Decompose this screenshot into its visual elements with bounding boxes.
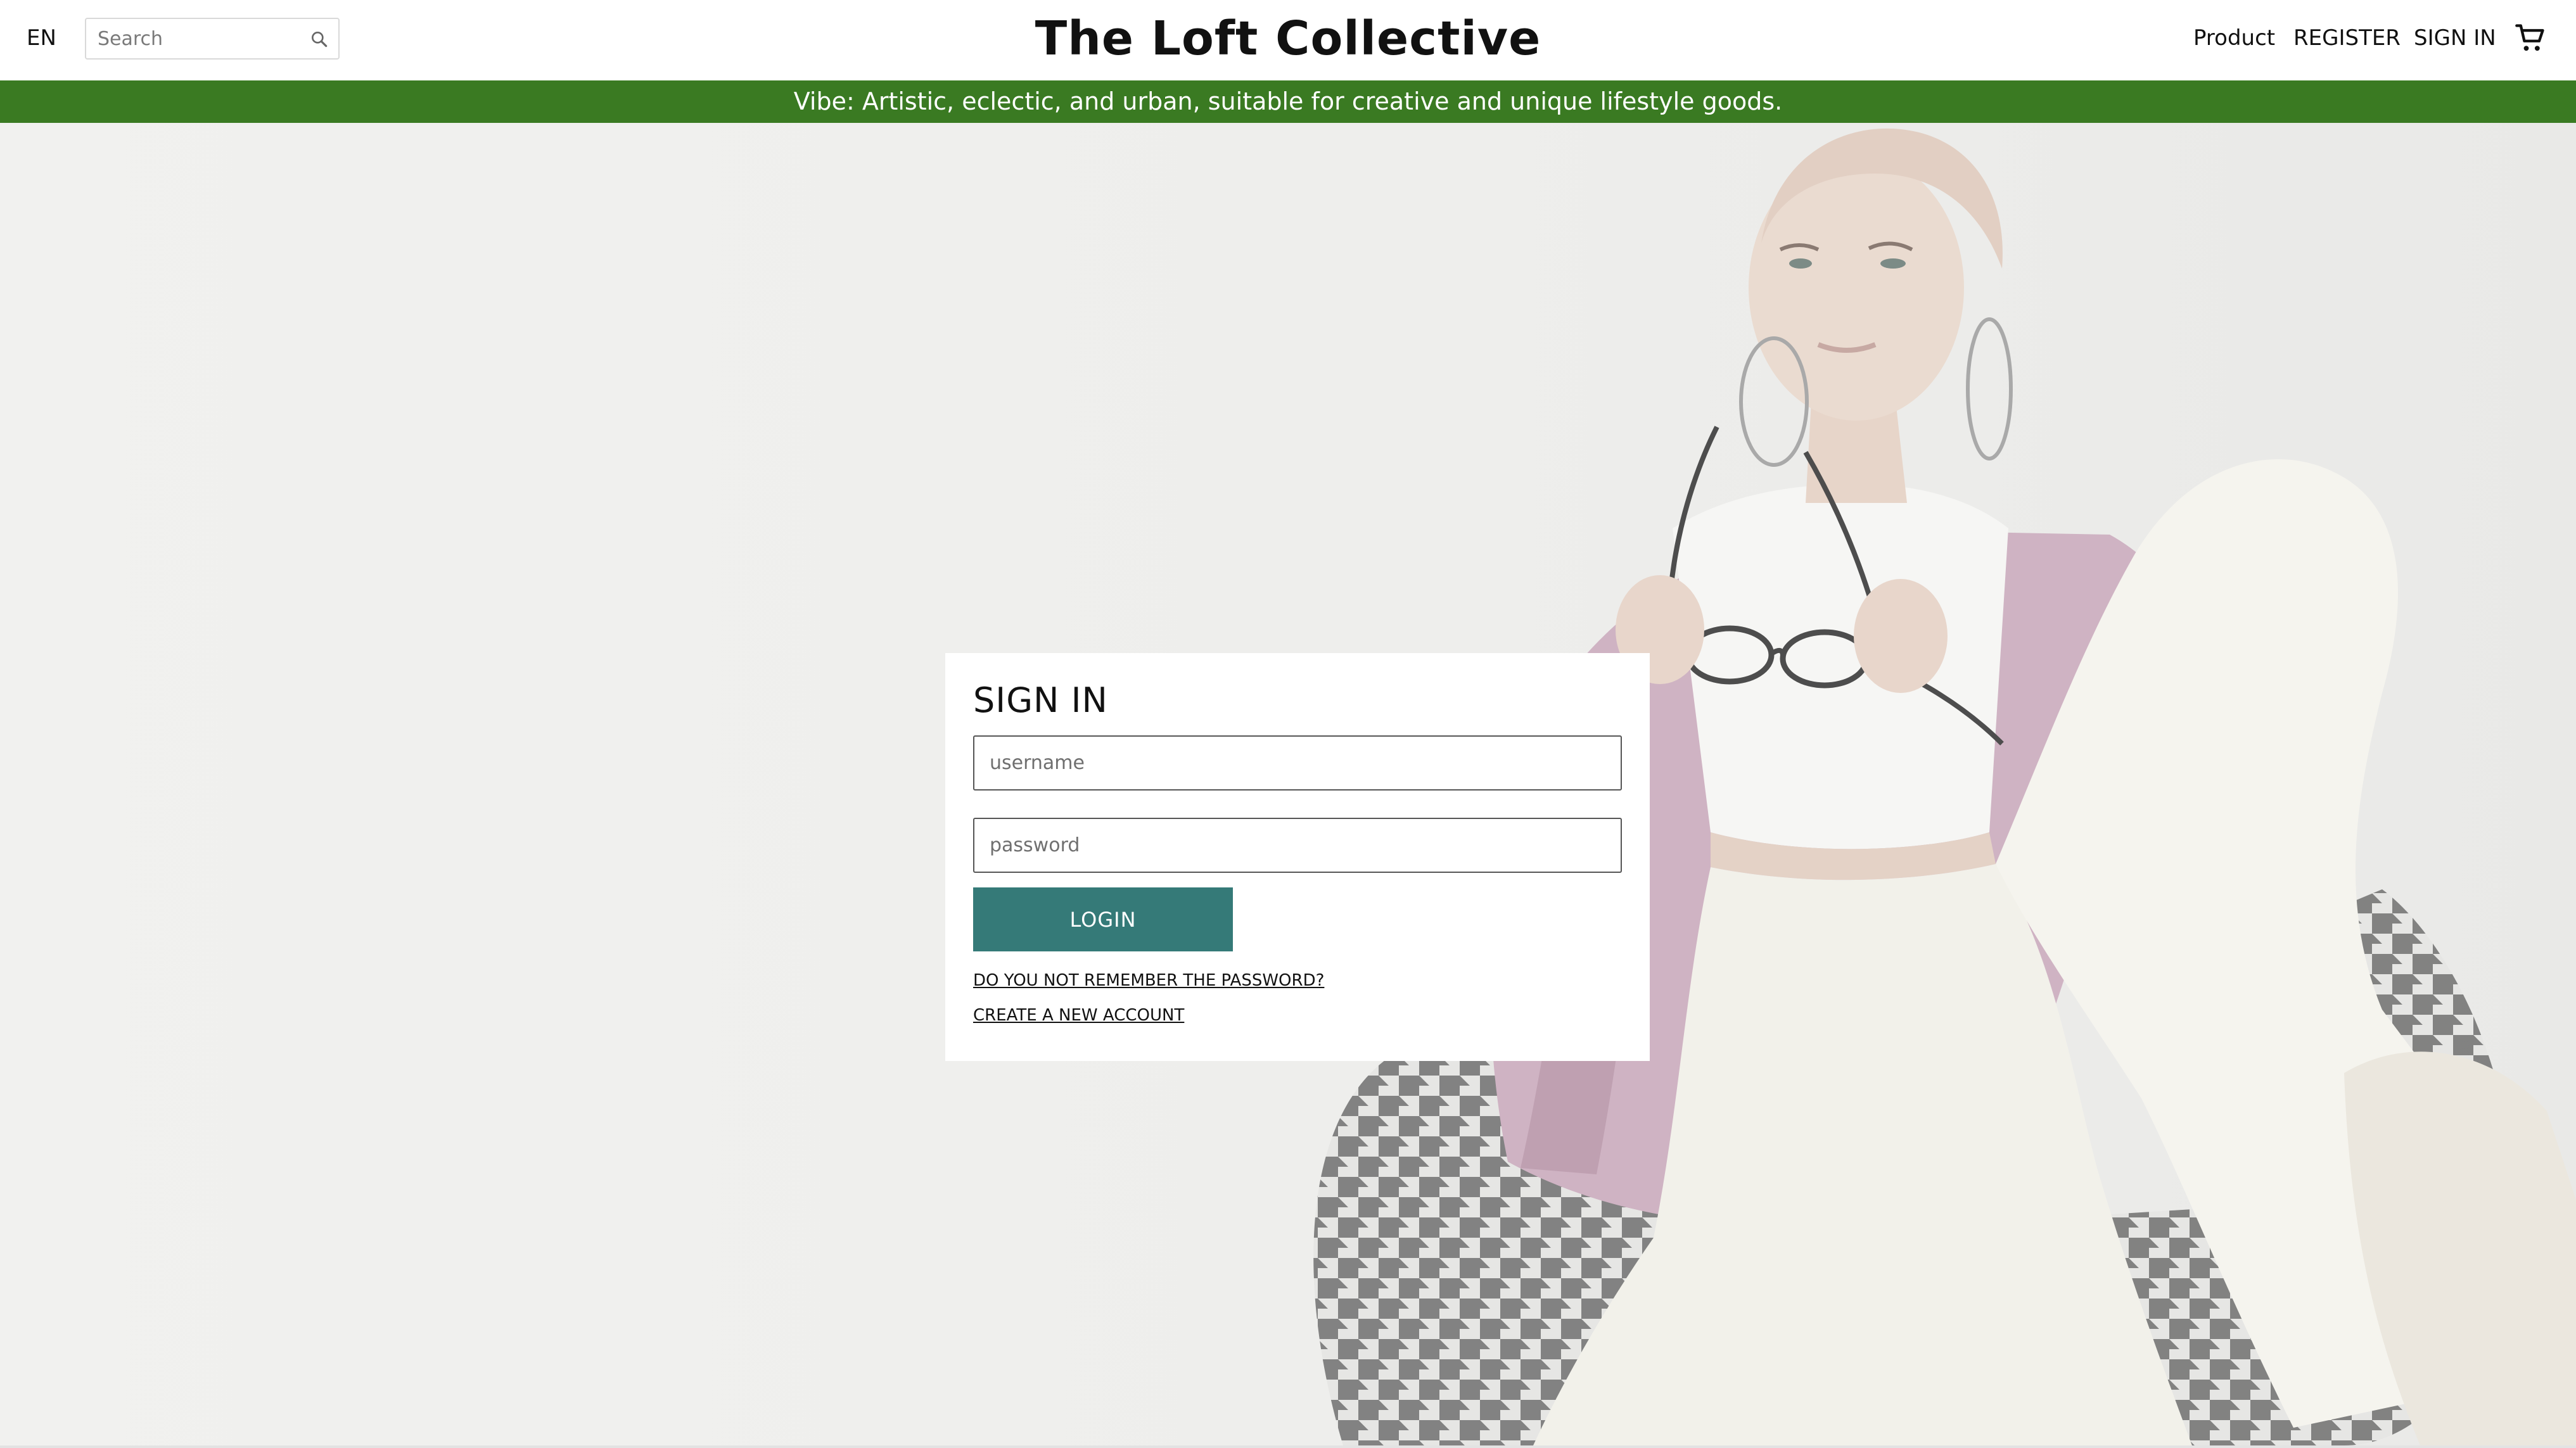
forgot-password-link[interactable]: DO YOU NOT REMEMBER THE PASSWORD? xyxy=(973,970,1324,991)
search-icon[interactable] xyxy=(309,29,329,49)
search-input[interactable] xyxy=(86,19,302,58)
create-account-link[interactable]: CREATE A NEW ACCOUNT xyxy=(973,1005,1184,1026)
nav-sign-in-link[interactable]: SIGN IN xyxy=(2414,24,2496,52)
signin-card: SIGN IN LOGIN DO YOU NOT REMEMBER THE PA… xyxy=(945,653,1650,1061)
username-field[interactable] xyxy=(973,735,1622,791)
cart-icon[interactable] xyxy=(2514,22,2547,54)
nav-register-link[interactable]: REGISTER xyxy=(2293,24,2401,52)
signin-title: SIGN IN xyxy=(973,680,1108,720)
site-title: The Loft Collective xyxy=(1035,11,1541,66)
nav-product-link[interactable]: Product xyxy=(2193,24,2275,52)
top-header: EN The Loft Collective Product REGISTER … xyxy=(0,0,2576,80)
search-box[interactable] xyxy=(85,18,340,60)
vibe-banner: Vibe: Artistic, eclectic, and urban, sui… xyxy=(0,80,2576,123)
language-selector[interactable]: EN xyxy=(27,24,56,52)
login-button[interactable]: LOGIN xyxy=(973,887,1233,951)
password-field[interactable] xyxy=(973,818,1622,873)
page-bottom-divider xyxy=(0,1445,2576,1448)
